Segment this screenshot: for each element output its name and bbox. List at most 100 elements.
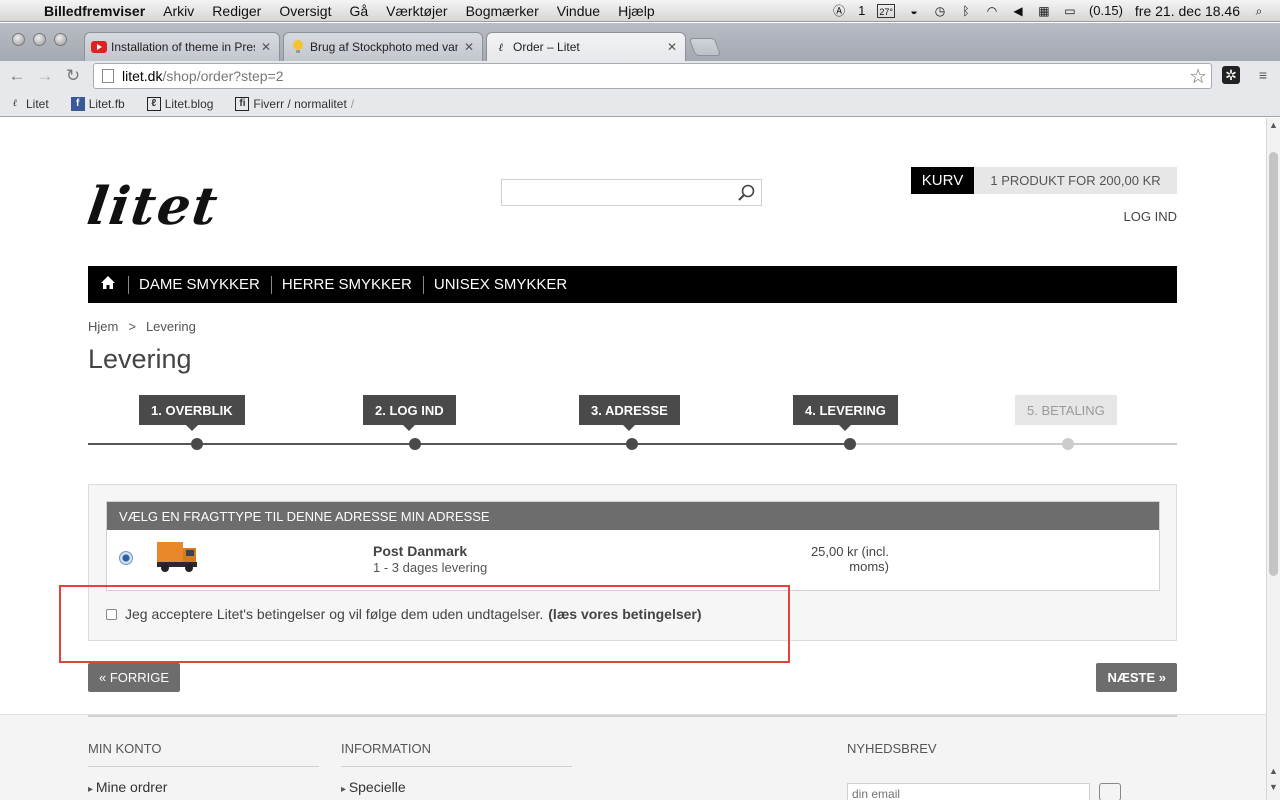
- carrier-table-header: VÆLG EN FRAGTTYPE TIL DENNE ADRESSE MIN …: [107, 502, 1159, 530]
- menu-bogmaerker[interactable]: Bogmærker: [466, 3, 539, 19]
- keyboard-icon[interactable]: ▦: [1037, 4, 1051, 18]
- menu-vaerktojer[interactable]: Værktøjer: [386, 3, 447, 19]
- nav-divider: [128, 275, 129, 294]
- spotlight-search-icon[interactable]: ⌕: [1252, 4, 1266, 18]
- nav-unisex-smykker[interactable]: UNISEX SMYKKER: [434, 276, 567, 293]
- close-window-button[interactable]: [12, 33, 25, 46]
- adobe-count: 1: [858, 3, 866, 18]
- bookmark-label: Litet.blog: [164, 96, 214, 111]
- battery-time: (0.15): [1088, 3, 1123, 18]
- chrome-menu-icon[interactable]: ≡: [1254, 66, 1272, 84]
- tab-title: Installation of theme in Presta: [111, 40, 255, 54]
- newsletter-email-input[interactable]: [847, 783, 1090, 800]
- menubar-app-name[interactable]: Billedfremviser: [44, 3, 145, 19]
- zoom-window-button[interactable]: [54, 33, 67, 46]
- tab-order-litet[interactable]: ℓ Order – Litet ✕: [486, 32, 686, 61]
- litet-icon: ℓ: [498, 40, 504, 54]
- youtube-icon: [91, 39, 107, 55]
- truck-icon: [157, 542, 197, 572]
- scrollbar-thumb[interactable]: [1269, 152, 1278, 576]
- menu-oversigt[interactable]: Oversigt: [279, 3, 331, 19]
- menubar-tray: Ⓐ 1 27° ◒ ◷ ᛒ ◠ ◀ ▦ ▭ (0.15) fre 21. dec…: [832, 3, 1280, 19]
- nav-dame-smykker[interactable]: DAME SMYKKER: [139, 276, 260, 293]
- nav-herre-smykker[interactable]: HERRE SMYKKER: [282, 276, 412, 293]
- search-icon[interactable]: [737, 183, 757, 203]
- footer: MIN KONTO Mine ordrer INFORMATION Specie…: [0, 714, 1266, 800]
- menu-hjaelp[interactable]: Hjælp: [618, 3, 655, 19]
- carrier-radio[interactable]: [119, 551, 133, 565]
- temperature-icon[interactable]: 27°: [877, 3, 895, 18]
- adobe-icon[interactable]: Ⓐ: [832, 4, 846, 18]
- bookmark-star-icon[interactable]: ☆: [1189, 64, 1207, 89]
- previous-button[interactable]: « FORRIGE: [88, 663, 181, 692]
- extension-icon[interactable]: ✲: [1222, 66, 1240, 84]
- menu-rediger[interactable]: Rediger: [212, 3, 261, 19]
- close-tab-icon[interactable]: ✕: [261, 40, 271, 54]
- bulb-icon: [290, 39, 306, 55]
- footer-link-specials[interactable]: Specielle: [341, 779, 572, 795]
- bookmark-fiverr[interactable]: fi Fiverr / normalitet: [235, 96, 347, 111]
- tab-installation-theme[interactable]: Installation of theme in Presta ✕: [84, 32, 280, 61]
- footer-link-orders[interactable]: Mine ordrer: [88, 779, 319, 795]
- window-controls: [12, 33, 67, 46]
- minimize-window-button[interactable]: [33, 33, 46, 46]
- steps-progress-remaining: [848, 443, 1177, 445]
- breadcrumb-home[interactable]: Hjem: [88, 319, 118, 334]
- reload-icon[interactable]: ↻: [59, 66, 87, 86]
- tab-stockphoto[interactable]: Brug af Stockphoto med vandm ✕: [283, 32, 483, 61]
- bluetooth-icon[interactable]: ᛒ: [959, 4, 973, 18]
- nav-divider: [422, 275, 424, 294]
- menu-vindue[interactable]: Vindue: [557, 3, 600, 19]
- footer-account-title: MIN KONTO: [88, 741, 319, 767]
- page-viewport: litet KURV 1 PRODUKT FOR 200,00 KR LOG I…: [0, 118, 1266, 800]
- home-icon[interactable]: [88, 276, 128, 293]
- scroll-down-icon[interactable]: ▼: [1269, 782, 1278, 792]
- bookmark-litet[interactable]: ℓ Litet: [8, 97, 49, 111]
- back-arrow-icon[interactable]: ←: [3, 66, 31, 86]
- menubar-clock[interactable]: fre 21. dec 18.46: [1135, 3, 1240, 19]
- close-tab-icon[interactable]: ✕: [464, 40, 474, 54]
- step-overblik[interactable]: 1. OVERBLIK: [139, 395, 245, 431]
- step-log-ind[interactable]: 2. LOG IND: [363, 395, 456, 431]
- volume-icon[interactable]: ◀: [1011, 4, 1025, 18]
- newsletter-submit-button[interactable]: [1099, 783, 1121, 800]
- menu-arkiv[interactable]: Arkiv: [163, 3, 194, 19]
- breadcrumb-current: Levering: [145, 319, 196, 334]
- page-icon: [102, 69, 114, 83]
- bookmark-litet-blog[interactable]: ℓ Litet.blog: [146, 96, 214, 111]
- step-dot: [409, 438, 421, 450]
- site-logo[interactable]: litet: [84, 176, 223, 237]
- nav-divider: [270, 275, 272, 294]
- close-tab-icon[interactable]: ✕: [667, 40, 677, 54]
- time-machine-icon[interactable]: ◷: [933, 4, 947, 18]
- step-adresse[interactable]: 3. ADRESSE: [579, 395, 680, 431]
- bookmarks-bar: ℓ Litet f Litet.fb ℓ Litet.blog fi Fiverr / …: [0, 91, 1280, 117]
- page-title: Levering: [88, 344, 192, 374]
- cart-summary[interactable]: 1 PRODUKT FOR 200,00 KR: [974, 167, 1177, 194]
- facebook-icon: f: [70, 96, 85, 111]
- scroll-up-icon[interactable]: ▲: [1269, 120, 1278, 130]
- cart-button[interactable]: KURV: [911, 167, 974, 194]
- carrier-row[interactable]: Post Danmark 1 - 3 dages levering 25,00 …: [107, 530, 1159, 590]
- scroll-up-icon[interactable]: ▲: [1269, 766, 1278, 776]
- search-input[interactable]: [501, 179, 762, 206]
- url-path: /shop/order?step=2: [162, 68, 284, 84]
- new-tab-button[interactable]: [688, 38, 722, 56]
- bookmark-litet-fb[interactable]: f Litet.fb: [70, 96, 125, 111]
- login-link[interactable]: LOG IND: [1124, 209, 1177, 224]
- next-button[interactable]: NÆSTE »: [1096, 663, 1177, 692]
- carrier-price-line: moms): [849, 559, 889, 574]
- carrier-name: Post Danmark: [373, 543, 468, 559]
- battery-icon[interactable]: ▭: [1063, 4, 1077, 18]
- breadcrumb-separator: >: [128, 319, 136, 334]
- drive-icon[interactable]: ◒: [907, 4, 921, 18]
- page-scrollbar[interactable]: ▲ ▲ ▼: [1266, 118, 1280, 800]
- wifi-icon[interactable]: ◠: [985, 4, 999, 18]
- url-host: litet.dk: [122, 68, 163, 84]
- bookmark-label: Litet.fb: [88, 96, 125, 111]
- carrier-price: 25,00 kr (incl. moms): [747, 544, 889, 574]
- address-bar[interactable]: litet.dk/shop/order?step=2 ☆: [93, 63, 1212, 89]
- forward-arrow-icon[interactable]: →: [31, 66, 59, 86]
- menu-ga[interactable]: Gå: [349, 3, 368, 19]
- tab-title: Brug af Stockphoto med vandm: [310, 40, 458, 54]
